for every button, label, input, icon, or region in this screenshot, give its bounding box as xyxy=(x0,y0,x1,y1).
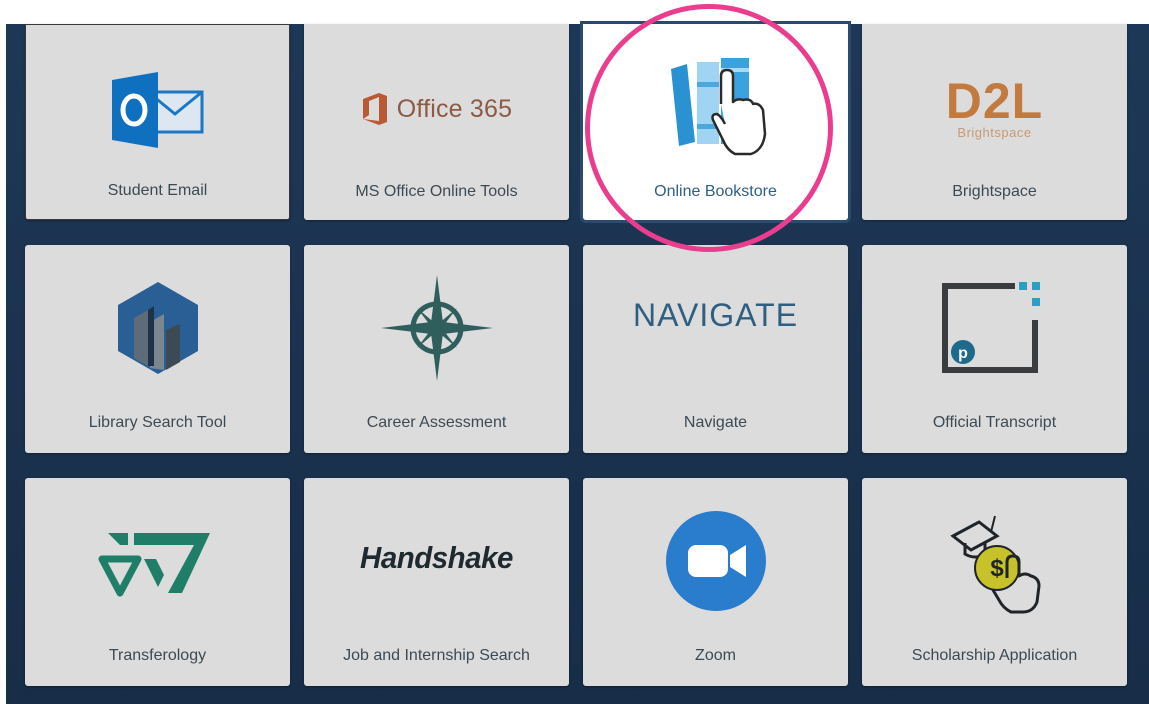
svg-text:$: $ xyxy=(990,555,1004,582)
d2l-logo: D2L Brightspace xyxy=(862,54,1127,164)
books-hand-icon xyxy=(583,54,848,164)
tile-label: Official Transcript xyxy=(932,414,1057,431)
library-hexagon-icon xyxy=(25,273,290,383)
tile-navigate[interactable]: NAVIGATE Navigate xyxy=(583,245,848,453)
tile-label: Navigate xyxy=(683,414,748,431)
office365-logo-text: Office 365 xyxy=(396,94,513,123)
navigate-logo: NAVIGATE xyxy=(583,285,848,345)
office365-logo: Office 365 xyxy=(304,54,569,164)
tile-handshake[interactable]: Handshake Job and Internship Search xyxy=(304,478,569,686)
d2l-logo-subtext: Brightspace xyxy=(957,124,1032,140)
transferology-icon xyxy=(25,506,290,616)
tile-label: Career Assessment xyxy=(366,414,507,431)
tile-label: Scholarship Application xyxy=(911,647,1078,664)
tile-label: Online Bookstore xyxy=(654,183,777,200)
tile-label: Zoom xyxy=(695,647,736,664)
tile-zoom[interactable]: Zoom xyxy=(583,478,848,686)
tile-brightspace[interactable]: D2L Brightspace Brightspace xyxy=(862,24,1127,220)
tile-library-search[interactable]: Library Search Tool xyxy=(25,245,290,453)
handshake-logo-text: Handshake xyxy=(360,540,513,575)
office-icon xyxy=(362,93,387,125)
scholarship-coin-hand-icon: $ xyxy=(862,506,1127,616)
tile-label: Student Email xyxy=(107,182,208,199)
tile-label: Library Search Tool xyxy=(88,414,227,431)
tile-label: MS Office Online Tools xyxy=(355,183,518,200)
parchment-logo-icon: p xyxy=(862,273,1127,383)
zoom-icon xyxy=(583,506,848,616)
d2l-logo-text: D2L xyxy=(945,72,1044,129)
tile-student-email[interactable]: Student Email xyxy=(25,24,290,220)
tile-label: Job and Internship Search xyxy=(343,647,530,664)
tile-online-bookstore[interactable]: Online Bookstore xyxy=(583,24,848,220)
tile-label: Brightspace xyxy=(952,183,1037,200)
handshake-logo: Handshake xyxy=(304,528,569,588)
tile-ms-office[interactable]: Office 365 MS Office Online Tools xyxy=(304,24,569,220)
tile-transferology[interactable]: Transferology xyxy=(25,478,290,686)
outlook-icon xyxy=(26,55,289,165)
tile-career-assessment[interactable]: Career Assessment xyxy=(304,245,569,453)
compass-icon xyxy=(304,273,569,383)
svg-text:p: p xyxy=(958,345,968,362)
tile-scholarship-application[interactable]: $ Scholarship Application xyxy=(862,478,1127,686)
tile-official-transcript[interactable]: p Official Transcript xyxy=(862,245,1127,453)
tile-label: Transferology xyxy=(108,647,207,664)
navigate-logo-text: NAVIGATE xyxy=(632,296,799,333)
